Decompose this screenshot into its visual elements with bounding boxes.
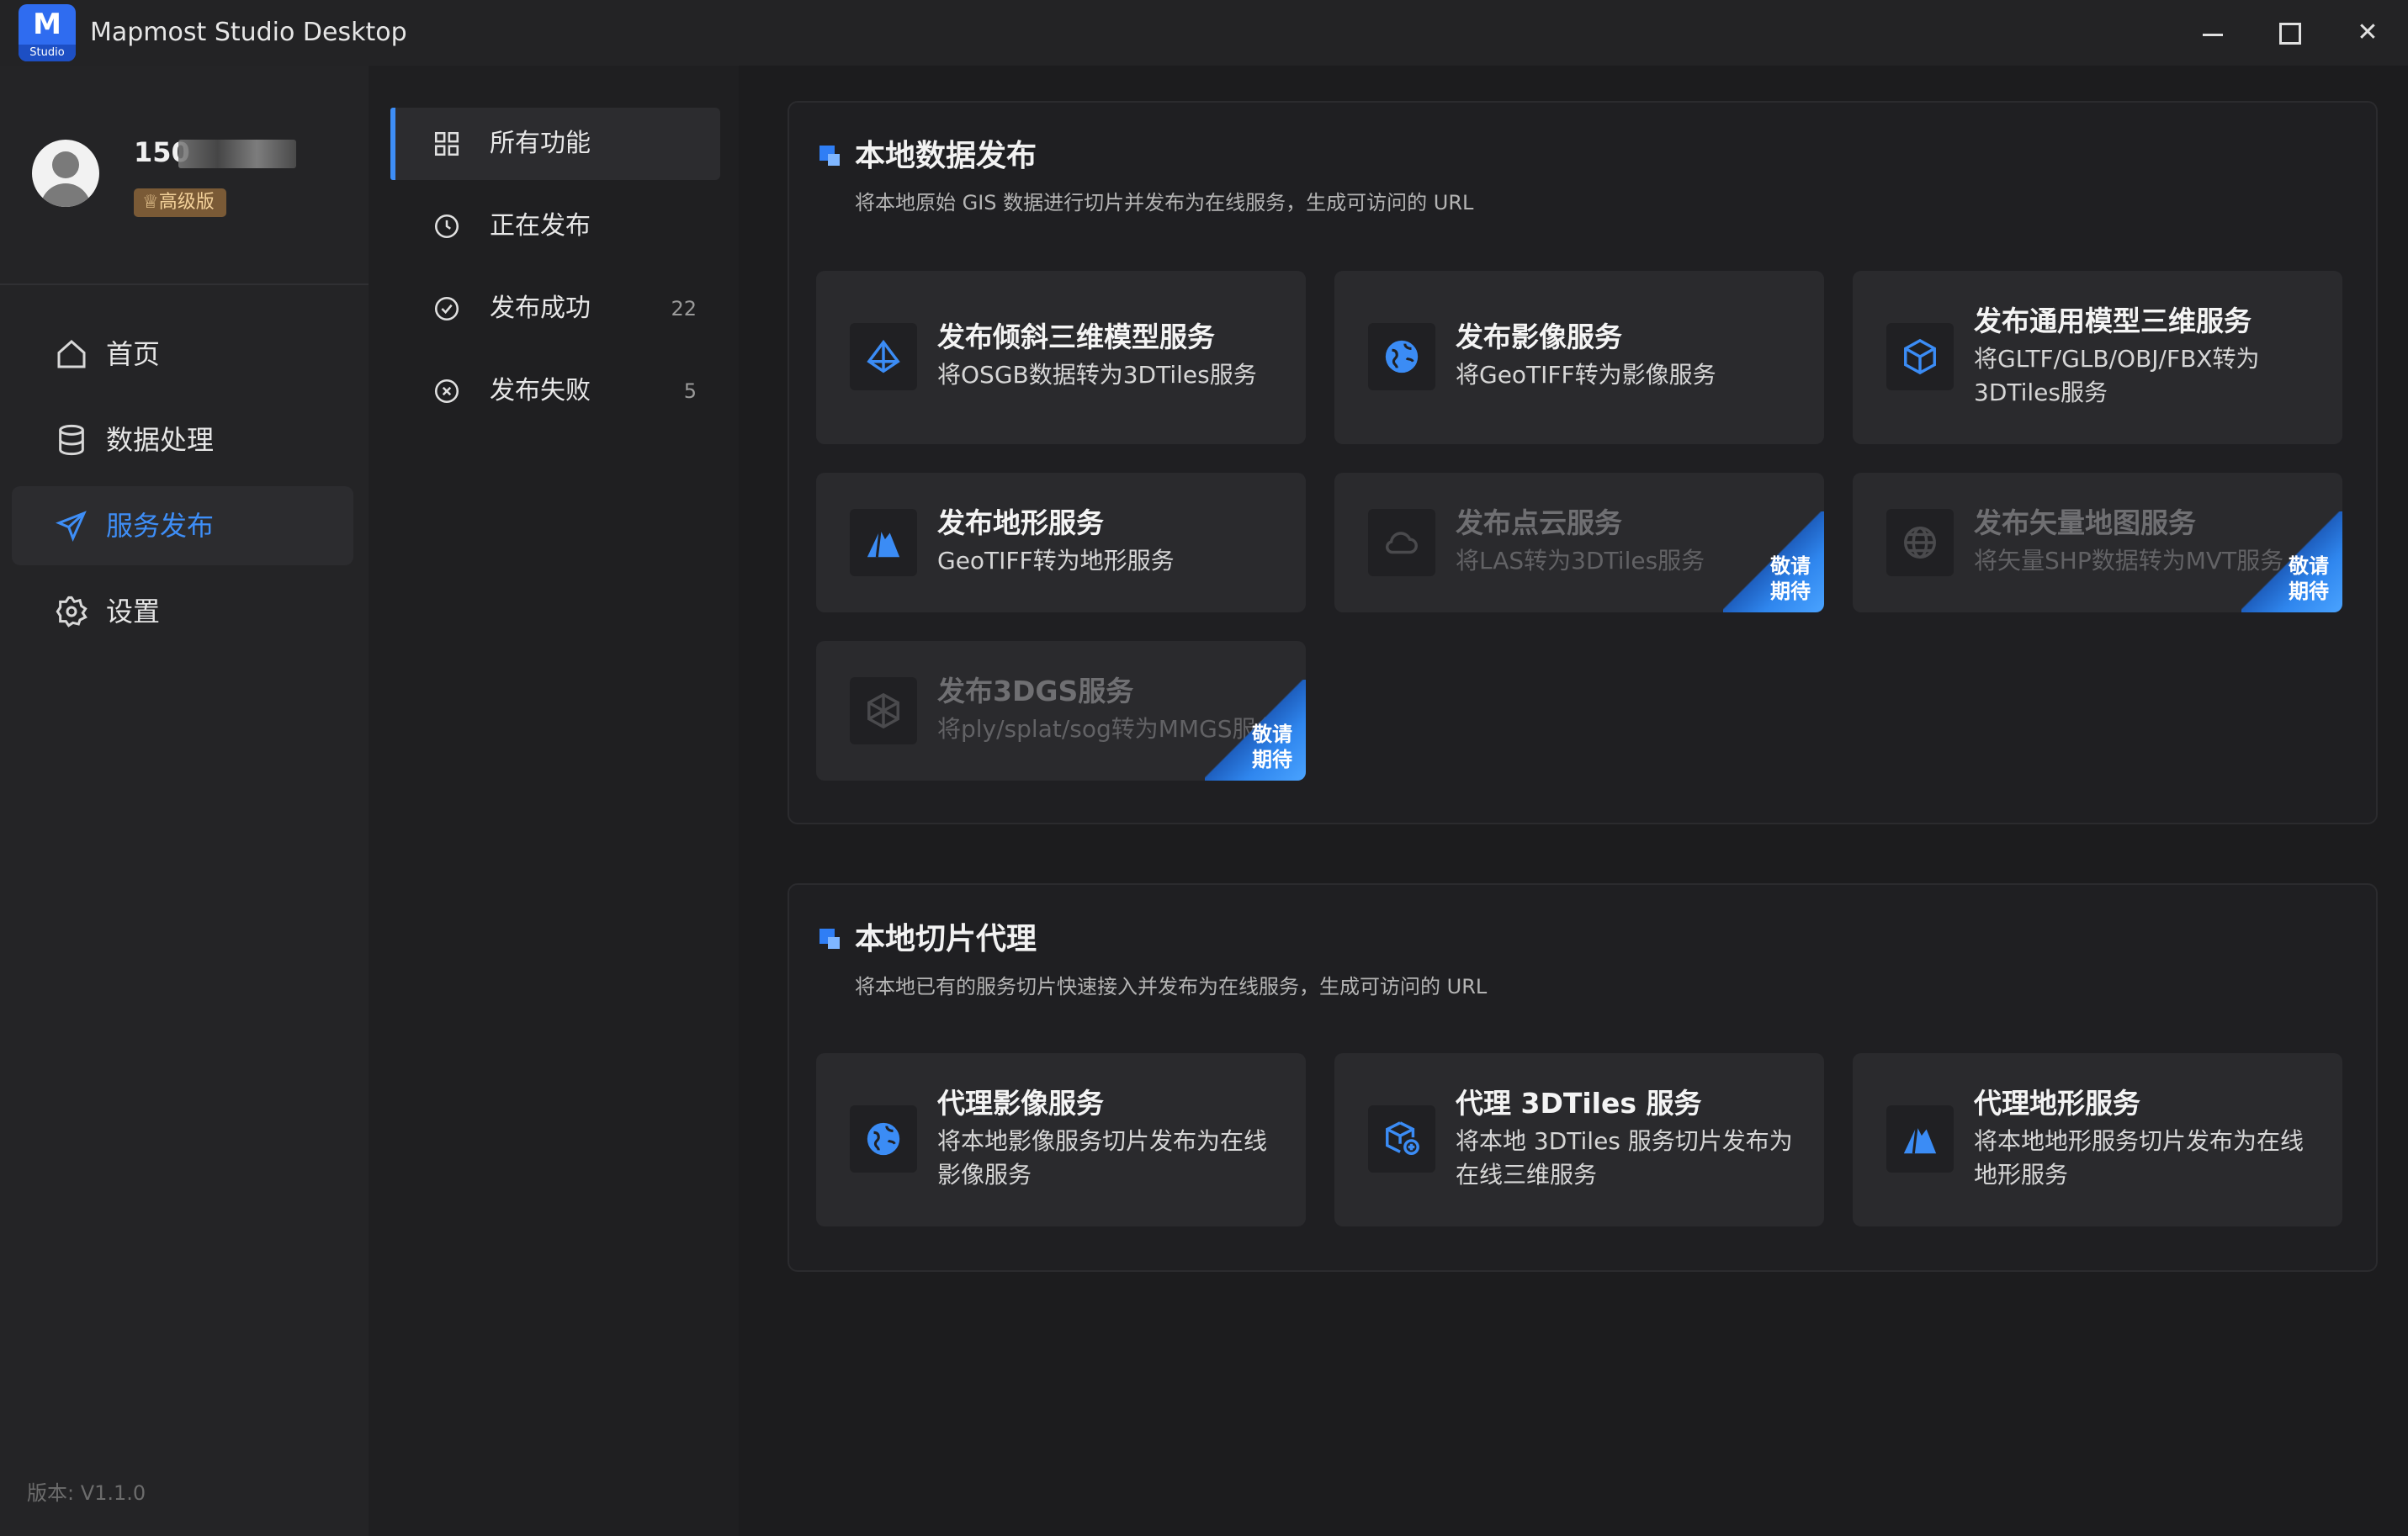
gear-icon bbox=[52, 592, 91, 631]
home-icon bbox=[52, 335, 91, 373]
card-title: 发布通用模型三维服务 bbox=[1974, 305, 2252, 337]
globe-grid-icon bbox=[1886, 509, 1954, 576]
close-icon: ✕ bbox=[2357, 18, 2379, 47]
minimize-button[interactable] bbox=[2188, 10, 2238, 56]
card-description: 将OSGB数据转为3DTiles服务 bbox=[937, 361, 1257, 389]
check-circle-icon bbox=[427, 289, 466, 328]
section-mark-icon bbox=[819, 146, 840, 166]
nav-item-label: 设置 bbox=[106, 596, 161, 628]
section-title: 本地数据发布 bbox=[855, 139, 1037, 173]
nav-item-home[interactable]: 首页 bbox=[12, 315, 353, 394]
app-logo: M Studio bbox=[19, 4, 76, 61]
card-title: 发布影像服务 bbox=[1456, 320, 1622, 353]
app-logo-tag: Studio bbox=[19, 45, 76, 61]
app-logo-letter: M bbox=[33, 8, 61, 41]
card-description: 将本地 3DTiles 服务切片发布为在线三维服务 bbox=[1456, 1127, 1793, 1189]
avatar-body bbox=[40, 183, 91, 207]
card-general-3d-model[interactable]: 发布通用模型三维服务 将GLTF/GLB/OBJ/FBX转为3DTiles服务 bbox=[1853, 271, 2342, 444]
card-title: 发布矢量地图服务 bbox=[1974, 506, 2196, 539]
section-title: 本地切片代理 bbox=[855, 922, 1037, 956]
globe-icon bbox=[850, 1105, 917, 1173]
x-circle-icon bbox=[427, 372, 466, 410]
coming-soon-ribbon: 敬请期待 bbox=[2241, 511, 2342, 612]
grid-icon bbox=[427, 124, 466, 163]
card-title: 发布地形服务 bbox=[937, 506, 1104, 539]
vip-badge-label: 高级版 bbox=[158, 192, 215, 213]
left-navigation bbox=[0, 66, 369, 1536]
card-description: 将GLTF/GLB/OBJ/FBX转为3DTiles服务 bbox=[1974, 345, 2260, 406]
section-description: 将本地已有的服务切片快速接入并发布为在线服务，生成可访问的 URL bbox=[855, 975, 1488, 998]
gaussian-icon bbox=[850, 677, 917, 744]
window-title: Mapmost Studio Desktop bbox=[90, 18, 407, 47]
mountain-icon bbox=[850, 509, 917, 576]
count-badge: 5 bbox=[683, 379, 697, 403]
tab-label: 正在发布 bbox=[490, 211, 591, 241]
avatar-head bbox=[52, 151, 79, 178]
tab-label: 发布失败 bbox=[490, 376, 591, 405]
count-badge: 22 bbox=[671, 297, 697, 320]
cube-sync-icon bbox=[1368, 1105, 1435, 1173]
cloud-icon bbox=[1368, 509, 1435, 576]
card-description: GeoTIFF转为地形服务 bbox=[937, 547, 1175, 575]
coming-soon-ribbon: 敬请期待 bbox=[1205, 680, 1306, 781]
avatar[interactable] bbox=[32, 140, 99, 207]
cube-icon bbox=[1886, 323, 1954, 390]
nav-item-settings[interactable]: 设置 bbox=[12, 572, 353, 651]
vip-badge: ♕高级版 bbox=[134, 188, 226, 217]
card-title: 代理地形服务 bbox=[1974, 1087, 2140, 1120]
send-icon bbox=[52, 506, 91, 545]
card-description: 将本地影像服务切片发布为在线影像服务 bbox=[937, 1127, 1268, 1189]
active-indicator bbox=[390, 108, 395, 180]
card-description: 将GeoTIFF转为影像服务 bbox=[1456, 361, 1716, 389]
nav-item-label: 首页 bbox=[106, 338, 161, 370]
tab-all-features[interactable]: 所有功能 bbox=[390, 108, 720, 180]
card-title: 发布3DGS服务 bbox=[937, 675, 1134, 707]
section-description: 将本地原始 GIS 数据进行切片并发布为在线服务，生成可访问的 URL bbox=[855, 191, 1474, 215]
card-proxy-imagery[interactable]: 代理影像服务 将本地影像服务切片发布为在线影像服务 bbox=[816, 1053, 1306, 1226]
section-mark-b bbox=[828, 154, 840, 166]
minimize-icon bbox=[2203, 34, 2223, 36]
version-label: 版本: V1.1.0 bbox=[27, 1481, 146, 1505]
coming-soon-label: 敬请期待 bbox=[2289, 554, 2329, 603]
nav-divider bbox=[0, 283, 369, 285]
crown-icon: ♕ bbox=[142, 192, 159, 213]
close-button[interactable]: ✕ bbox=[2342, 10, 2393, 56]
tab-label: 所有功能 bbox=[490, 129, 591, 158]
tab-publish-success[interactable]: 发布成功 22 bbox=[390, 273, 720, 345]
section-mark-icon bbox=[819, 929, 840, 949]
card-vector-map-service: 发布矢量地图服务 将矢量SHP数据转为MVT服务 敬请期待 bbox=[1853, 473, 2342, 612]
coming-soon-label: 敬请期待 bbox=[1770, 554, 1811, 603]
card-title: 发布倾斜三维模型服务 bbox=[937, 320, 1215, 353]
card-proxy-terrain[interactable]: 代理地形服务 将本地地形服务切片发布为在线地形服务 bbox=[1853, 1053, 2342, 1226]
card-point-cloud-service: 发布点云服务 将LAS转为3DTiles服务 敬请期待 bbox=[1334, 473, 1824, 612]
coming-soon-label: 敬请期待 bbox=[1252, 723, 1292, 771]
mountain-icon bbox=[1886, 1105, 1954, 1173]
card-terrain-service[interactable]: 发布地形服务 GeoTIFF转为地形服务 bbox=[816, 473, 1306, 612]
card-description: 将本地地形服务切片发布为在线地形服务 bbox=[1974, 1127, 2305, 1189]
card-proxy-3dtiles[interactable]: 代理 3DTiles 服务 将本地 3DTiles 服务切片发布为在线三维服务 bbox=[1334, 1053, 1824, 1226]
card-oblique-3d-model[interactable]: 发布倾斜三维模型服务 将OSGB数据转为3DTiles服务 bbox=[816, 271, 1306, 444]
pyramid-icon bbox=[850, 323, 917, 390]
database-icon bbox=[52, 421, 91, 459]
tab-label: 发布成功 bbox=[490, 294, 591, 323]
nav-item-data-processing[interactable]: 数据处理 bbox=[12, 400, 353, 479]
clock-icon bbox=[427, 207, 466, 246]
maximize-icon bbox=[2279, 23, 2301, 45]
section-mark-b bbox=[828, 937, 840, 949]
nav-item-label: 数据处理 bbox=[106, 424, 215, 456]
username-redaction bbox=[178, 140, 296, 168]
coming-soon-ribbon: 敬请期待 bbox=[1723, 511, 1824, 612]
maximize-button[interactable] bbox=[2265, 10, 2315, 56]
card-imagery-service[interactable]: 发布影像服务 将GeoTIFF转为影像服务 bbox=[1334, 271, 1824, 444]
nav-item-service-publish[interactable]: 服务发布 bbox=[12, 486, 353, 565]
tab-publish-failed[interactable]: 发布失败 5 bbox=[390, 355, 720, 427]
nav-item-label: 服务发布 bbox=[106, 510, 215, 542]
globe-icon bbox=[1368, 323, 1435, 390]
card-title: 代理影像服务 bbox=[937, 1087, 1104, 1120]
card-3dgs-service: 发布3DGS服务 将ply/splat/sog转为MMGS服务 敬请期待 bbox=[816, 641, 1306, 781]
card-title: 发布点云服务 bbox=[1456, 506, 1622, 539]
tab-publishing[interactable]: 正在发布 bbox=[390, 190, 720, 262]
card-title: 代理 3DTiles 服务 bbox=[1456, 1087, 1702, 1120]
